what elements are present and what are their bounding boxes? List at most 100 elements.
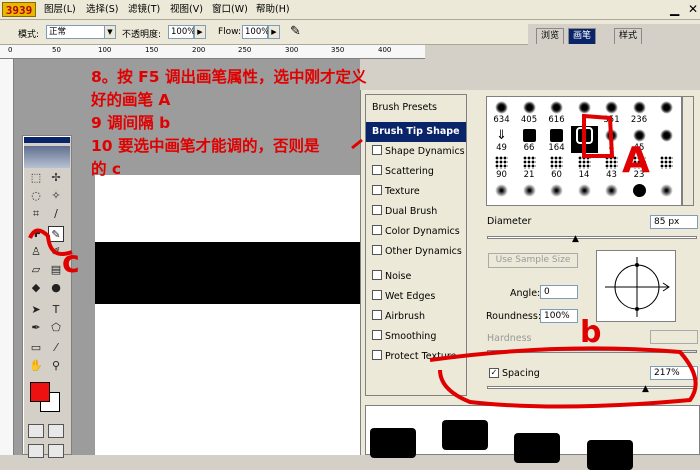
brush-setting-item[interactable]: Scattering [366,162,466,182]
spacing-slider-thumb-icon[interactable]: ▲ [642,384,649,394]
setting-checkbox[interactable] [372,205,382,215]
notes-tool-icon[interactable]: ▭ [28,340,44,356]
brush-setting-item[interactable]: Texture [366,182,466,202]
menu-layer[interactable]: 图层(L) [44,4,76,16]
tab-browse[interactable]: 浏览 [536,28,565,44]
brush-tip-cell[interactable]: 351 [598,98,625,125]
diameter-slider[interactable] [487,236,697,239]
brush-setting-item[interactable]: Protect Texture [366,347,466,367]
brush-setting-item[interactable]: Brush Tip Shape [366,122,466,142]
use-sample-size-button[interactable]: Use Sample Size [488,253,578,268]
quickmask-mode-icon[interactable] [48,424,64,438]
dodge-tool-icon[interactable]: ● [48,280,64,296]
slice-tool-icon[interactable]: ∕ [48,206,64,222]
brush-tool-icon[interactable]: ✎ [48,226,64,242]
spacing-slider[interactable] [487,386,697,389]
brush-setting-item[interactable]: Wet Edges [366,287,466,307]
brush-tip-cell[interactable]: 236 [626,98,653,125]
move-tool-icon[interactable]: ✢ [48,170,64,186]
brush-tip-cell[interactable]: 164 [543,126,570,153]
screen-mode-icon[interactable] [28,444,44,458]
brush-tip-cell[interactable] [571,181,598,206]
menu-help[interactable]: 帮助(H) [256,4,290,16]
opacity-field[interactable]: 100% [168,25,195,39]
menu-window[interactable]: 窗口(W) [212,4,248,16]
setting-checkbox[interactable] [372,270,382,280]
shape-tool-icon[interactable]: ⬠ [48,320,64,336]
brush-setting-item[interactable]: Noise [366,267,466,287]
mode-select[interactable]: 正常 [46,25,106,39]
brush-setting-item[interactable]: Dual Brush [366,202,466,222]
hand-tool-icon[interactable]: ✋ [28,358,44,374]
brush-tip-cell[interactable]: 634 [488,98,515,125]
eraser-tool-icon[interactable]: ▱ [28,262,44,278]
flow-field[interactable]: 100% [242,25,269,39]
brush-setting-item[interactable]: Brush Presets [366,98,466,118]
mode-dropdown-icon[interactable]: ▼ [104,25,116,39]
brush-tip-cell[interactable]: 60 [543,153,570,180]
brush-setting-item[interactable]: Smoothing [366,327,466,347]
menu-filter[interactable]: 滤镜(T) [128,4,160,16]
brush-tip-cell[interactable]: 90 [488,153,515,180]
photoshop-logo-icon[interactable] [24,146,70,168]
fullscreen-mode-icon[interactable] [48,444,64,458]
angle-roundness-preview[interactable] [596,250,676,322]
angle-field[interactable]: 0 [540,285,578,299]
document-canvas[interactable] [95,175,365,455]
magic-wand-tool-icon[interactable]: ✧ [48,188,64,204]
menu-select[interactable]: 选择(S) [86,4,118,16]
standard-mode-icon[interactable] [28,424,44,438]
brush-tip-cell[interactable]: 43 [598,153,625,180]
tab-brushes[interactable]: 画笔 [568,28,597,44]
airbrush-icon[interactable]: ✎ [290,24,301,39]
brush-setting-item[interactable]: Other Dynamics [366,242,466,262]
crop-tool-icon[interactable]: ⌗ [28,206,44,222]
minimize-icon[interactable]: ▁ [670,2,679,16]
brush-tip-cell[interactable] [543,181,570,206]
brush-grid-scrollbar[interactable] [682,96,694,206]
setting-checkbox[interactable] [372,225,382,235]
brush-tip-grid[interactable]: 634 405 616 351 236 ⇓ 49 66 164 4 45 90 21 60 14 43 23 [486,96,682,206]
blur-tool-icon[interactable]: ◆ [28,280,44,296]
brush-tip-cell[interactable]: 21 [516,153,543,180]
brush-tip-cell[interactable] [653,153,680,180]
brush-tip-cell[interactable]: 4 [598,126,625,153]
brush-tip-cell[interactable] [516,181,543,206]
setting-checkbox[interactable] [372,245,382,255]
brush-tip-cell[interactable]: 405 [516,98,543,125]
brush-tip-cell[interactable]: ⇓ 49 [488,126,515,153]
brush-tip-cell[interactable] [598,181,625,206]
menu-view[interactable]: 视图(V) [170,4,203,16]
brush-setting-item[interactable]: Airbrush [366,307,466,327]
toolbox-titlebar[interactable] [24,137,70,143]
setting-checkbox[interactable] [372,290,382,300]
close-icon[interactable]: ✕ [688,2,698,16]
tab-styles[interactable]: 样式 [614,28,643,44]
brush-tip-cell[interactable] [626,181,653,206]
setting-checkbox[interactable] [372,330,382,340]
healing-brush-tool-icon[interactable]: ✚ [28,226,44,242]
zoom-tool-icon[interactable]: ⚲ [48,358,64,374]
pen-tool-icon[interactable]: ✒ [28,320,44,336]
setting-checkbox[interactable] [372,310,382,320]
spacing-field[interactable]: 217% [650,366,698,380]
brush-tip-cell[interactable]: 14 [571,153,598,180]
brush-tip-cell[interactable] [653,181,680,206]
diameter-field[interactable]: 85 px [650,215,698,229]
type-tool-icon[interactable]: T [48,302,64,318]
setting-checkbox[interactable] [372,145,382,155]
spacing-checkbox[interactable]: ✓ [489,368,499,378]
flow-arrow-icon[interactable]: ▶ [268,25,280,39]
brush-tip-cell[interactable]: 616 [543,98,570,125]
foreground-color-top[interactable] [30,382,50,402]
opacity-arrow-icon[interactable]: ▶ [194,25,206,39]
eyedropper-tool-icon[interactable]: ⁄ [48,340,64,356]
setting-checkbox[interactable] [372,185,382,195]
brush-tip-cell[interactable] [570,125,598,153]
brush-setting-item[interactable]: Color Dynamics [366,222,466,242]
slider-thumb-icon[interactable]: ▲ [572,234,579,244]
brush-tip-cell[interactable] [653,126,680,153]
setting-checkbox[interactable] [372,350,382,360]
brush-tip-cell[interactable] [488,181,515,206]
brush-tip-cell[interactable] [571,98,598,125]
